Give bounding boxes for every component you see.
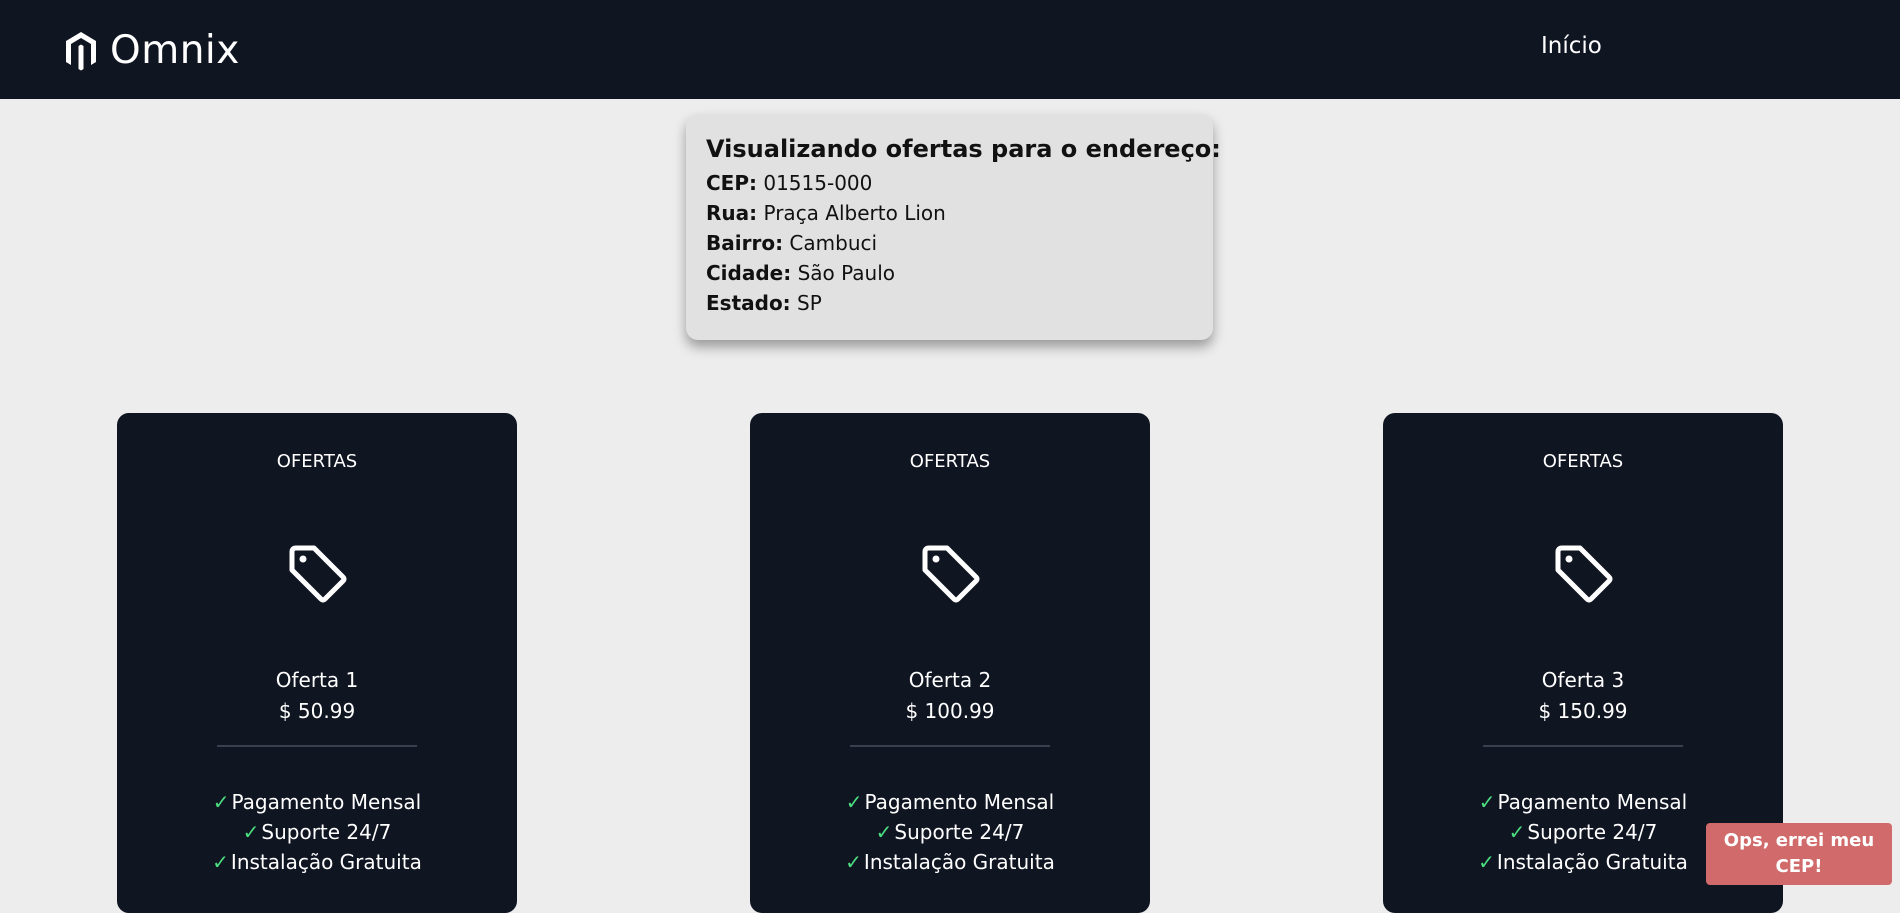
feature-list: ✓ Pagamento Mensal ✓ Suporte 24/7 ✓ Instala… [750, 787, 1150, 877]
feature-text: Instalação Gratuita [230, 850, 422, 874]
tag-icon [1555, 545, 1613, 603]
feature-text: Instalação Gratuita [1496, 850, 1688, 874]
offer-name: Oferta 1 [275, 668, 359, 692]
check-icon: ✓ [1478, 850, 1495, 874]
check-icon: ✓ [1478, 790, 1496, 814]
address-cep: CEP: 01515-000 [706, 168, 1195, 198]
nav-link-inicio[interactable]: Início [1541, 33, 1602, 59]
check-icon: ✓ [875, 820, 893, 844]
address-cep-label: CEP: [706, 171, 757, 195]
check-icon: ✓ [845, 790, 863, 814]
check-icon: ✓ [1508, 820, 1526, 844]
feature-text: Suporte 24/7 [894, 820, 1025, 844]
brand-name: Omnix [110, 28, 240, 73]
offer-name: Oferta 3 [1541, 668, 1625, 692]
feature-item: ✓ Pagamento Mensal [750, 787, 1150, 817]
offer-name: Oferta 2 [908, 668, 992, 692]
address-rua: Rua: Praça Alberto Lion [706, 198, 1195, 228]
offer-price: $ 50.99 [278, 699, 356, 723]
address-cep-value: 01515-000 [763, 171, 873, 195]
offer-divider [850, 745, 1050, 747]
address-bairro-label: Bairro: [706, 231, 784, 255]
tag-icon [922, 545, 980, 603]
address-estado-label: Estado: [706, 291, 791, 315]
feature-list: ✓ Pagamento Mensal ✓ Suporte 24/7 ✓ Instala… [117, 787, 517, 877]
feature-text: Pagamento Mensal [864, 790, 1055, 814]
address-rua-value: Praça Alberto Lion [763, 201, 946, 225]
check-icon: ✓ [212, 790, 230, 814]
offer-card-2[interactable]: OFERTAS Oferta 2 $ 100.99 ✓ Pagamento Men… [750, 413, 1150, 913]
address-cidade-label: Cidade: [706, 261, 792, 285]
address-bairro-value: Cambuci [789, 231, 878, 255]
address-title: Visualizando ofertas para o endereço: [706, 135, 1221, 163]
address-estado-value: SP [797, 291, 822, 315]
feature-text: Instalação Gratuita [863, 850, 1055, 874]
offer-card-1[interactable]: OFERTAS Oferta 1 $ 50.99 ✓ Pagamento Mens… [117, 413, 517, 913]
fix-cep-button[interactable]: Ops, errei meu CEP! [1706, 823, 1892, 885]
feature-item: ✓ Pagamento Mensal [1383, 787, 1783, 817]
offer-divider [1483, 745, 1683, 747]
check-icon: ✓ [845, 850, 862, 874]
feature-text: Suporte 24/7 [261, 820, 392, 844]
feature-item: ✓ Suporte 24/7 [750, 817, 1150, 847]
brand-logo[interactable]: Omnix [64, 28, 240, 73]
offer-price: $ 100.99 [905, 699, 995, 723]
offer-divider [217, 745, 417, 747]
offer-label: OFERTAS [276, 451, 358, 472]
feature-item: ✓ Instalação Gratuita [117, 847, 517, 877]
address-rua-label: Rua: [706, 201, 758, 225]
tag-icon [289, 545, 347, 603]
address-bairro: Bairro: Cambuci [706, 228, 1195, 258]
address-cidade-value: São Paulo [797, 261, 896, 285]
offer-label: OFERTAS [1542, 451, 1624, 472]
offer-price: $ 150.99 [1538, 699, 1628, 723]
feature-text: Pagamento Mensal [231, 790, 422, 814]
magento-logo-icon [66, 31, 96, 70]
feature-text: Suporte 24/7 [1527, 820, 1658, 844]
feature-item: ✓ Suporte 24/7 [117, 817, 517, 847]
feature-item: ✓ Instalação Gratuita [750, 847, 1150, 877]
feature-item: ✓ Pagamento Mensal [117, 787, 517, 817]
address-cidade: Cidade: São Paulo [706, 258, 1195, 288]
top-navbar: Omnix Início [0, 0, 1900, 99]
offer-label: OFERTAS [909, 451, 991, 472]
check-icon: ✓ [242, 820, 260, 844]
check-icon: ✓ [212, 850, 229, 874]
feature-text: Pagamento Mensal [1497, 790, 1688, 814]
address-card: Visualizando ofertas para o endereço: CE… [686, 114, 1221, 340]
address-estado: Estado: SP [706, 288, 1195, 318]
